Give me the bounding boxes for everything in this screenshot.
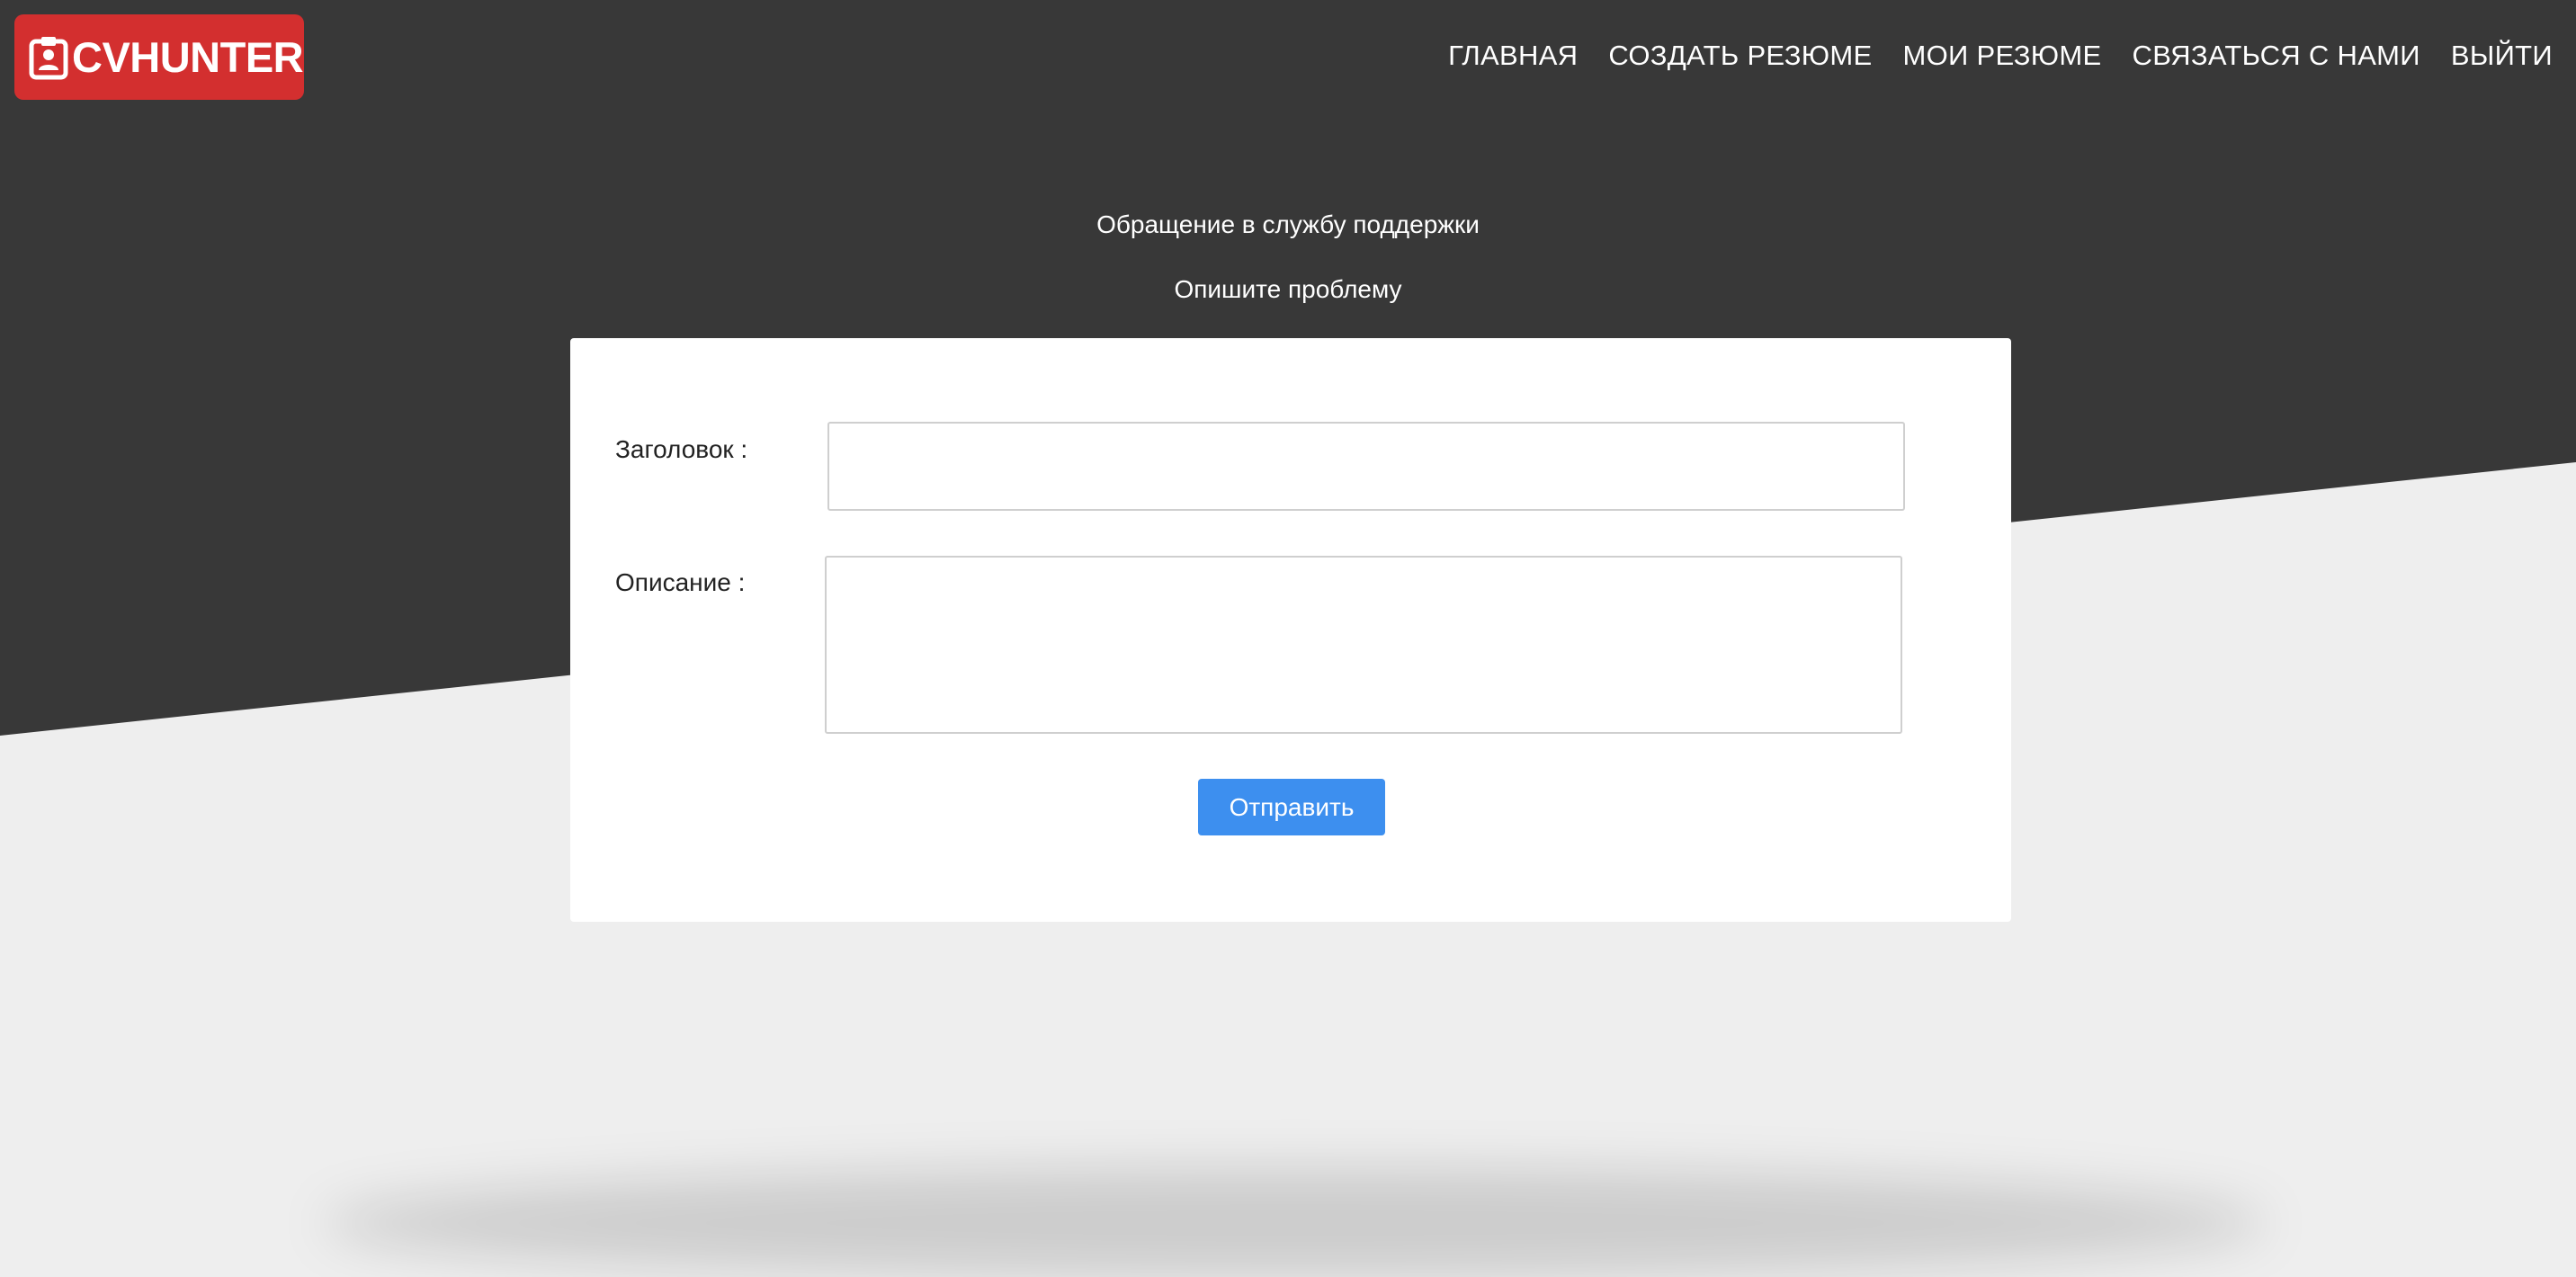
title-input[interactable]: [827, 422, 1905, 511]
nav-item-contact-us[interactable]: СВЯЗАТЬСЯ С НАМИ: [2133, 34, 2420, 77]
nav-item-create-resume[interactable]: СОЗДАТЬ РЕЗЮМЕ: [1608, 34, 1872, 77]
title-field-label: Заголовок :: [615, 435, 748, 463]
main-nav: ГЛАВНАЯ СОЗДАТЬ РЕЗЮМЕ МОИ РЕЗЮМЕ СВЯЗАТ…: [1448, 34, 2553, 77]
site-header: CVHUNTER ГЛАВНАЯ СОЗДАТЬ РЕЗЮМЕ МОИ РЕЗЮ…: [0, 0, 2576, 113]
logo-link[interactable]: CVHUNTER: [14, 14, 304, 100]
description-textarea[interactable]: [825, 556, 1902, 734]
bottom-shadow: [324, 1169, 2267, 1277]
page-title: Обращение в службу поддержки: [1096, 210, 1480, 238]
submit-button[interactable]: Отправить: [1198, 779, 1385, 835]
logo-text: CVHUNTER: [72, 33, 304, 81]
support-form-card: Заголовок : Описание : Отправить: [570, 338, 2011, 922]
nav-item-logout[interactable]: ВЫЙТИ: [2451, 34, 2553, 77]
nav-item-home[interactable]: ГЛАВНАЯ: [1448, 34, 1578, 77]
nav-item-my-resumes[interactable]: МОИ РЕЗЮМЕ: [1902, 34, 2101, 77]
id-badge-icon: [29, 35, 68, 80]
description-field-label: Описание :: [615, 568, 746, 596]
page-subtitle: Опишите проблему: [1174, 275, 1402, 303]
